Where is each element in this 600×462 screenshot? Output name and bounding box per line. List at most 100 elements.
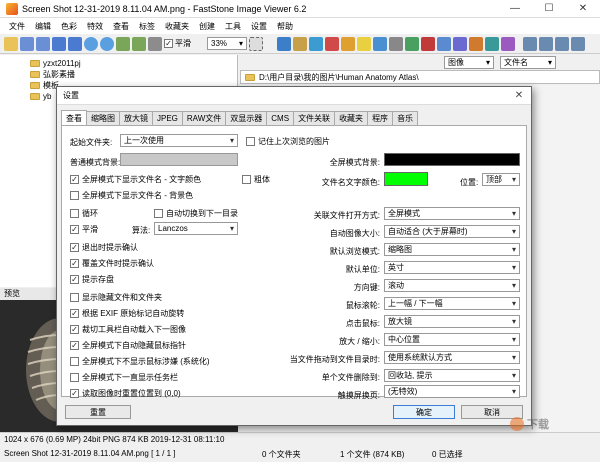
ok-button[interactable]: 确定	[393, 405, 455, 419]
arrow-keys-select[interactable]: 滚动	[384, 279, 520, 292]
print-icon[interactable]	[389, 36, 403, 51]
tab-dual-monitor[interactable]: 双显示器	[225, 111, 268, 125]
brightness-icon[interactable]	[357, 36, 371, 51]
show-taskbar-option[interactable]: 全屏模式下一直显示任务栏	[70, 372, 178, 383]
show-taskbar-checkbox[interactable]	[70, 373, 79, 382]
menu-color[interactable]: 色彩	[56, 21, 82, 32]
units-select[interactable]: 英寸	[384, 261, 520, 274]
menu-edit[interactable]: 编辑	[30, 21, 56, 32]
mouse-wheel-select[interactable]: 上一幅 / 下一幅	[384, 297, 520, 310]
smooth-dialog-checkbox[interactable]: ✓	[70, 225, 79, 234]
delete-icon[interactable]	[421, 36, 435, 51]
canvas-icon[interactable]	[309, 36, 323, 51]
smooth-option[interactable]: ✓ 平滑	[70, 224, 98, 235]
tab-cms[interactable]: CMS	[266, 111, 295, 125]
select-icon[interactable]	[249, 36, 263, 51]
batch-icon[interactable]	[453, 36, 467, 51]
menu-tags[interactable]: 标签	[134, 21, 160, 32]
reset-button[interactable]: 重置	[65, 405, 131, 419]
rotate-left-icon[interactable]	[116, 36, 130, 51]
effects-icon[interactable]	[341, 36, 355, 51]
prompt-save-checkbox[interactable]: ✓	[70, 275, 79, 284]
screen-capture-icon[interactable]	[437, 36, 451, 51]
touch-page-select[interactable]: (无特效)	[384, 385, 520, 398]
loop-option[interactable]: 循环	[70, 208, 98, 219]
show-name-bg-option[interactable]: 全屏模式下显示文件名 - 背景色	[70, 190, 193, 201]
menu-tools[interactable]: 工具	[220, 21, 246, 32]
wallpaper-icon[interactable]	[501, 36, 515, 51]
tab-magnifier[interactable]: 放大镜	[119, 111, 153, 125]
exif-rotate-checkbox[interactable]: ✓	[70, 309, 79, 318]
prompt-save-option[interactable]: ✓ 提示存盘	[70, 274, 114, 285]
show-name-bg-checkbox[interactable]	[70, 191, 79, 200]
rotate-right-icon[interactable]	[132, 36, 146, 51]
crop-next-option[interactable]: ✓ 裁切工具栏自动载入下一图像	[70, 324, 186, 335]
position-select[interactable]: 顶部	[482, 173, 520, 186]
remember-last-option[interactable]: 记住上次浏览的图片	[246, 136, 330, 147]
tab-view[interactable]: 查看	[61, 110, 87, 125]
menu-create[interactable]: 创建	[194, 21, 220, 32]
color-icon[interactable]	[325, 36, 339, 51]
compare-icon[interactable]	[469, 36, 483, 51]
confirm-exit-option[interactable]: ✓ 退出时提示确认	[70, 242, 138, 253]
tab-programs[interactable]: 程序	[367, 111, 394, 125]
menu-settings[interactable]: 设置	[246, 21, 272, 32]
bold-option[interactable]: 粗体	[242, 174, 270, 185]
show-name-color-checkbox[interactable]: ✓	[70, 175, 79, 184]
reset-position-checkbox[interactable]: ✓	[70, 389, 79, 398]
normal-bg-color-swatch[interactable]	[120, 153, 238, 166]
crop-next-checkbox[interactable]: ✓	[70, 325, 79, 334]
tab-raw[interactable]: RAW文件	[181, 111, 227, 125]
view-mode-select[interactable]: 图像 ▾	[444, 56, 494, 69]
resize-icon[interactable]	[293, 36, 307, 51]
hide-cursor-option[interactable]: ✓ 全屏模式下自动隐藏鼠标指针	[70, 340, 186, 351]
tree-item[interactable]: 弘影素播	[30, 69, 237, 80]
zoom-select[interactable]: 33% ▾	[207, 37, 247, 50]
default-view-select[interactable]: 缩略图	[384, 243, 520, 256]
confirm-exit-checkbox[interactable]: ✓	[70, 243, 79, 252]
no-cursor-hint-checkbox[interactable]	[70, 357, 79, 366]
zoom-center-select[interactable]: 中心位置	[384, 333, 520, 346]
maximize-button[interactable]: ☐	[532, 0, 566, 18]
mouse-click-select[interactable]: 放大镜	[384, 315, 520, 328]
show-hidden-checkbox[interactable]	[70, 293, 79, 302]
next-icon[interactable]	[68, 36, 82, 51]
layout-3-icon[interactable]	[555, 36, 569, 51]
path-bar[interactable]: D:\用户目录\我的图片\Human Anatomy Atlas\	[240, 70, 600, 84]
minimize-button[interactable]: —	[498, 0, 532, 18]
smooth-toggle[interactable]: ✓ 平滑	[164, 38, 191, 49]
zoom-out-icon[interactable]	[100, 36, 114, 51]
close-icon[interactable]: ✕	[513, 90, 525, 102]
layout-1-icon[interactable]	[523, 36, 537, 51]
auto-size-select[interactable]: 自动适合 (大于屏幕时)	[384, 225, 520, 238]
show-hidden-option[interactable]: 显示隐藏文件和文件夹	[70, 292, 162, 303]
back-icon[interactable]	[20, 36, 34, 51]
tree-item[interactable]: yzxt2011pj	[30, 58, 237, 69]
show-name-color-option[interactable]: ✓ 全屏模式下显示文件名 - 文字颜色	[70, 174, 201, 185]
fullscreen-bg-color-swatch[interactable]	[384, 153, 520, 166]
tab-music[interactable]: 音乐	[392, 111, 419, 125]
auto-next-folder-checkbox[interactable]	[154, 209, 163, 218]
startup-folder-select[interactable]: 上一次使用	[120, 134, 238, 147]
contact-sheet-icon[interactable]	[485, 36, 499, 51]
auto-next-folder-option[interactable]: 自动切换到下一目录	[154, 208, 238, 219]
forward-icon[interactable]	[36, 36, 50, 51]
tab-thumbnails[interactable]: 缩略图	[86, 111, 120, 125]
confirm-overwrite-option[interactable]: ✓ 覆盖文件时提示确认	[70, 258, 154, 269]
menu-file[interactable]: 文件	[4, 21, 30, 32]
hide-cursor-checkbox[interactable]: ✓	[70, 341, 79, 350]
layout-4-icon[interactable]	[571, 36, 585, 51]
fit-window-icon[interactable]	[148, 36, 162, 51]
no-cursor-hint-option[interactable]: 全屏模式下不显示鼠标涉嫌 (系统化)	[70, 356, 210, 367]
exif-rotate-option[interactable]: ✓ 根据 EXIF 原始标记自动旋转	[70, 308, 184, 319]
previous-icon[interactable]	[52, 36, 66, 51]
zoom-in-icon[interactable]	[84, 36, 98, 51]
crop-icon[interactable]	[277, 36, 291, 51]
drag-files-select[interactable]: 使用系统默认方式	[384, 351, 520, 364]
assoc-mode-select[interactable]: 全屏模式	[384, 207, 520, 220]
menu-view[interactable]: 查看	[108, 21, 134, 32]
menu-favorites[interactable]: 收藏夹	[160, 21, 194, 32]
layout-2-icon[interactable]	[539, 36, 553, 51]
tab-file-association[interactable]: 文件关联	[293, 111, 336, 125]
menu-effects[interactable]: 特效	[82, 21, 108, 32]
